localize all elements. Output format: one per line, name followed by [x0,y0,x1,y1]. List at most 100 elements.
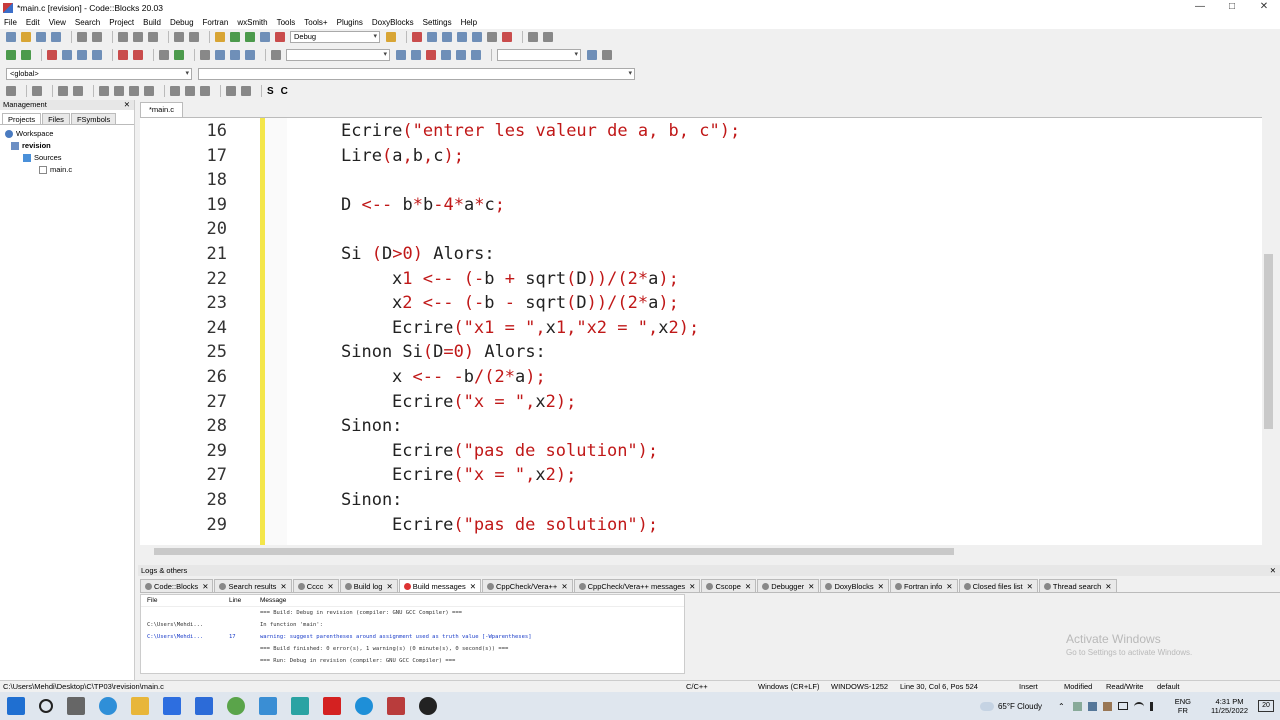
app-icon[interactable] [259,697,277,715]
target-options-icon[interactable] [386,32,396,42]
menu-tools[interactable]: Tools [277,18,296,27]
break-icon[interactable] [487,32,497,42]
uncomment-icon[interactable] [133,50,143,60]
menu-view[interactable]: View [49,18,66,27]
code-line[interactable]: 18 [140,168,1275,192]
logs-tab-closed-files[interactable]: Closed files list ✕ [958,579,1038,592]
selected-only-icon[interactable] [441,50,451,60]
search-icon[interactable] [39,699,53,713]
c-button[interactable]: C [281,86,288,97]
thread-search-combo[interactable] [497,49,581,61]
jump-next-icon[interactable] [230,50,240,60]
shape-2-icon[interactable] [185,86,195,96]
weather-text[interactable]: 65°F Cloudy [998,702,1042,711]
column-line[interactable]: Line [229,595,260,606]
code-line[interactable]: 27 Ecrire("x = ",x2); [140,390,1275,414]
logs-tab-cscope[interactable]: Cscope ✕ [701,579,757,592]
clear-bookmarks-icon[interactable] [92,50,102,60]
start-icon[interactable] [7,697,25,715]
logs-tab-build-log[interactable]: Build log ✕ [339,579,398,592]
code-text[interactable]: D <-- b*b-4*a*c; [341,193,505,217]
logs-tab-doxyblocks[interactable]: DoxyBlocks ✕ [820,579,889,592]
rebuild-icon[interactable] [260,32,270,42]
battery-icon[interactable] [1117,702,1128,710]
code-text[interactable]: Ecrire("pas de solution"); [392,439,658,463]
logs-tab-cppcheck[interactable]: CppCheck/Vera++ ✕ [482,579,573,592]
logs-tab-cccc[interactable]: Cccc ✕ [292,579,339,592]
menu-build[interactable]: Build [143,18,161,27]
zoom-out-icon[interactable] [241,86,251,96]
logs-tab-build-messages[interactable]: Build messages ✕ [398,579,482,592]
menu-wxsmith[interactable]: wxSmith [237,18,267,27]
debug-info-icon[interactable] [543,32,553,42]
zoom-in-icon[interactable] [226,86,236,96]
tab-projects[interactable]: Projects [2,113,42,124]
code-text[interactable]: Ecrire("x1 = ",x1,"x2 = ",x2); [392,316,699,340]
build-message-row[interactable]: === Run: Debug in revision (compiler: GN… [141,655,684,667]
align-center-icon[interactable] [114,86,124,96]
jump-forward-icon[interactable] [21,50,31,60]
logs-tab-codeblocks[interactable]: Code::Blocks ✕ [140,579,214,592]
code-text[interactable]: Sinon: [341,488,402,512]
prev-bookmark-icon[interactable] [62,50,72,60]
jump-prev-icon[interactable] [215,50,225,60]
build-message-row[interactable]: C:\Users\Mehdi... 17 warning: suggest pare… [141,631,684,643]
new-file-icon[interactable] [6,32,16,42]
browser-icon[interactable] [227,697,245,715]
edge-icon[interactable] [99,697,117,715]
logs-tab-cppcheck-messages[interactable]: CppCheck/Vera++ messages ✕ [573,579,701,592]
menu-file[interactable]: File [4,18,17,27]
build-run-icon[interactable] [245,32,255,42]
code-line[interactable]: 29 Ecrire("pas de solution"); [140,439,1275,463]
code-text[interactable]: x <-- -b/(2*a); [392,365,546,389]
code-line[interactable]: 25 Sinon Si(D=0) Alors: [140,340,1275,364]
shape-1-icon[interactable] [170,86,180,96]
code-text[interactable]: Si (D>0) Alors: [341,242,495,266]
next-line-icon[interactable] [442,32,452,42]
scope-select[interactable]: <global> [6,67,192,80]
tree-project[interactable]: revision [5,140,134,152]
stop-debug-icon[interactable] [502,32,512,42]
s-button[interactable]: S [267,86,274,97]
code-line[interactable]: 28 Sinon: [140,414,1275,438]
align-right-icon[interactable] [129,86,139,96]
chevron-up-icon[interactable]: ⌃ [1058,702,1065,711]
build-messages-list[interactable]: File Line Message === Build: Debug in re… [140,594,685,674]
code-line[interactable]: 27 Ecrire("x = ",x2); [140,463,1275,487]
match-case-icon[interactable] [456,50,466,60]
search-forward-icon[interactable] [411,50,421,60]
thread-search-options-icon[interactable] [602,50,612,60]
volume-icon[interactable] [1149,701,1159,711]
spellcheck-icon[interactable] [159,50,169,60]
menu-settings[interactable]: Settings [423,18,452,27]
build-message-row[interactable]: === Build: Debug in revision (compiler: … [141,607,684,619]
thesaurus-icon[interactable] [174,50,184,60]
comment-icon[interactable] [118,50,128,60]
copy-icon[interactable] [133,32,143,42]
app-badge-icon[interactable] [291,697,309,715]
sizer-icon[interactable] [73,86,83,96]
mail-icon[interactable] [195,697,213,715]
tray-app-icon[interactable] [1072,701,1082,711]
jump-back-icon[interactable] [6,50,16,60]
office-app-icon[interactable] [323,697,341,715]
build-icon[interactable] [215,32,225,42]
shape-3-icon[interactable] [200,86,210,96]
code-editor[interactable]: 16 Ecrire("entrer les valeur de a, b, c")… [140,117,1275,545]
code-text[interactable]: Sinon Si(D=0) Alors: [341,340,546,364]
menu-help[interactable]: Help [461,18,477,27]
clear-search-icon[interactable] [271,50,281,60]
tab-fsymbols[interactable]: FSymbols [70,113,117,124]
redo-icon[interactable] [92,32,102,42]
highlight-icon[interactable] [426,50,436,60]
cut-icon[interactable] [118,32,128,42]
regex-icon[interactable] [471,50,481,60]
code-line[interactable]: 20 [140,217,1275,241]
column-message[interactable]: Message [260,595,684,606]
code-line[interactable]: 21 Si (D>0) Alors: [140,242,1275,266]
save-icon[interactable] [36,32,46,42]
build-message-row[interactable]: === Build finished: 0 error(s), 1 warnin… [141,643,684,655]
tray-app-icon[interactable] [1102,701,1112,711]
search-back-icon[interactable] [396,50,406,60]
menu-debug[interactable]: Debug [170,18,194,27]
